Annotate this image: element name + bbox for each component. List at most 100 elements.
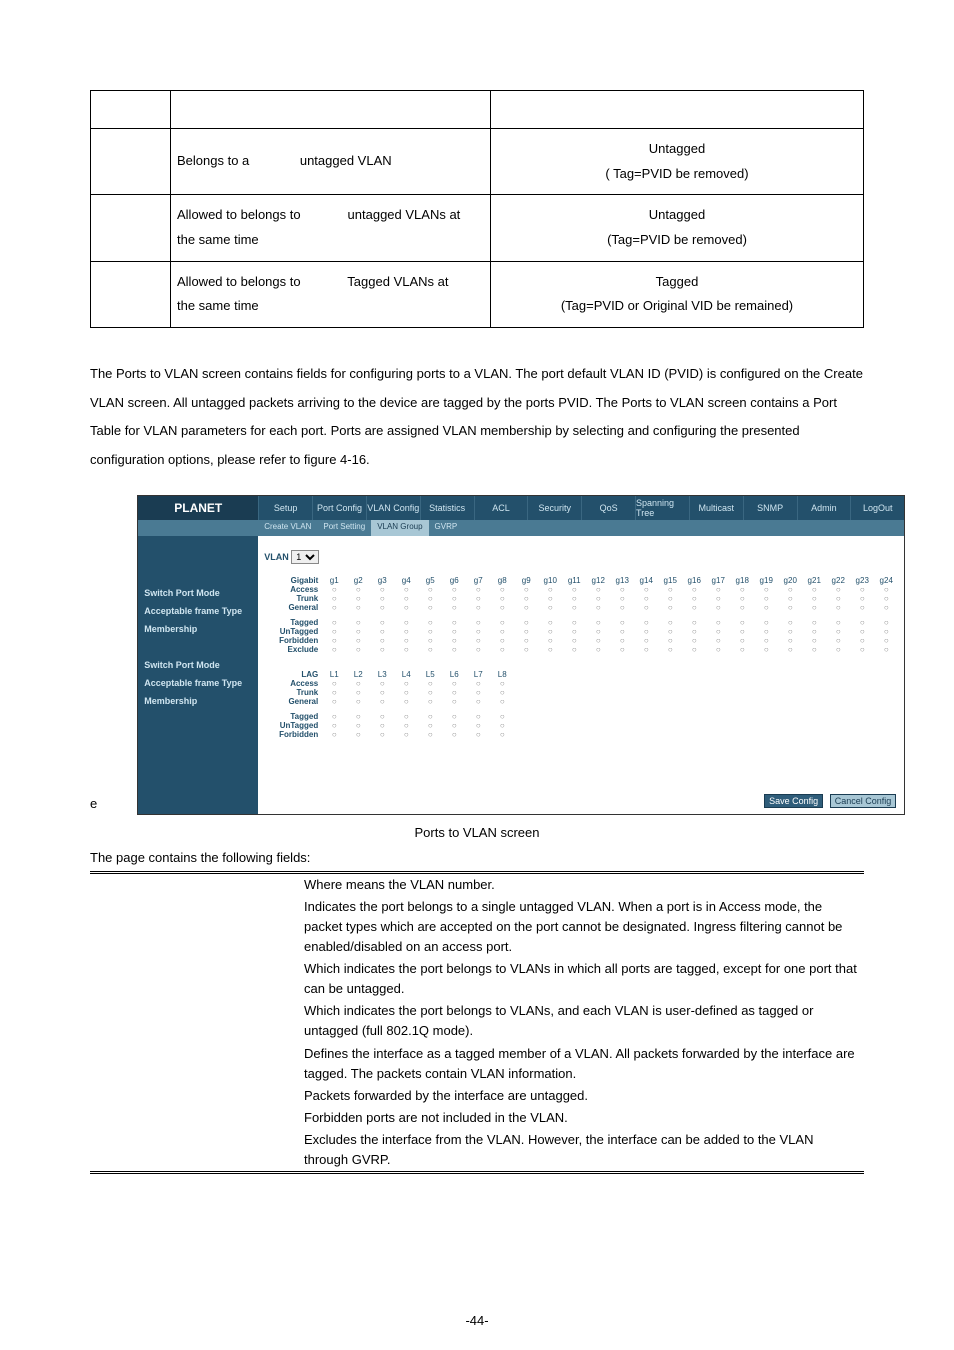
radio-cell[interactable]: ○ <box>322 730 346 739</box>
radio-cell[interactable]: ○ <box>682 603 706 612</box>
radio-cell[interactable]: ○ <box>538 636 562 645</box>
radio-cell[interactable]: ○ <box>634 645 658 654</box>
radio-cell[interactable]: ○ <box>370 697 394 706</box>
radio-cell[interactable]: ○ <box>754 603 778 612</box>
tab-multicast[interactable]: Multicast <box>689 496 743 520</box>
radio-cell[interactable]: ○ <box>490 585 514 594</box>
radio-cell[interactable]: ○ <box>442 721 466 730</box>
radio-cell[interactable]: ○ <box>802 603 826 612</box>
radio-cell[interactable]: ○ <box>634 603 658 612</box>
radio-cell[interactable]: ○ <box>682 636 706 645</box>
radio-cell[interactable]: ○ <box>826 594 850 603</box>
radio-cell[interactable]: ○ <box>418 688 442 697</box>
radio-cell[interactable]: ○ <box>346 636 370 645</box>
radio-cell[interactable]: ○ <box>682 627 706 636</box>
radio-cell[interactable]: ○ <box>754 636 778 645</box>
radio-cell[interactable]: ○ <box>754 645 778 654</box>
radio-cell[interactable]: ○ <box>754 585 778 594</box>
radio-cell[interactable]: ○ <box>466 636 490 645</box>
radio-cell[interactable]: ○ <box>610 585 634 594</box>
subtab-create-vlan[interactable]: Create VLAN <box>258 520 317 536</box>
radio-cell[interactable]: ○ <box>466 585 490 594</box>
radio-cell[interactable]: ○ <box>442 688 466 697</box>
radio-cell[interactable]: ○ <box>514 585 538 594</box>
radio-cell[interactable]: ○ <box>778 603 802 612</box>
radio-cell[interactable]: ○ <box>658 594 682 603</box>
radio-cell[interactable]: ○ <box>346 585 370 594</box>
radio-cell[interactable]: ○ <box>442 697 466 706</box>
save-config-button[interactable]: Save Config <box>764 794 823 808</box>
radio-cell[interactable]: ○ <box>826 636 850 645</box>
radio-cell[interactable]: ○ <box>346 594 370 603</box>
radio-cell[interactable]: ○ <box>874 636 898 645</box>
radio-cell[interactable]: ○ <box>514 594 538 603</box>
radio-cell[interactable]: ○ <box>490 618 514 627</box>
radio-cell[interactable]: ○ <box>658 603 682 612</box>
radio-cell[interactable]: ○ <box>610 618 634 627</box>
radio-cell[interactable]: ○ <box>850 585 874 594</box>
radio-cell[interactable]: ○ <box>322 627 346 636</box>
radio-cell[interactable]: ○ <box>826 645 850 654</box>
radio-cell[interactable]: ○ <box>802 618 826 627</box>
radio-cell[interactable]: ○ <box>418 585 442 594</box>
radio-cell[interactable]: ○ <box>442 645 466 654</box>
radio-cell[interactable]: ○ <box>370 627 394 636</box>
tab-port-config[interactable]: Port Config <box>312 496 366 520</box>
radio-cell[interactable]: ○ <box>874 603 898 612</box>
radio-cell[interactable]: ○ <box>370 636 394 645</box>
tab-qos[interactable]: QoS <box>581 496 635 520</box>
radio-cell[interactable]: ○ <box>586 636 610 645</box>
radio-cell[interactable]: ○ <box>490 712 514 721</box>
radio-cell[interactable]: ○ <box>490 679 514 688</box>
radio-cell[interactable]: ○ <box>346 712 370 721</box>
radio-cell[interactable]: ○ <box>370 679 394 688</box>
radio-cell[interactable]: ○ <box>850 627 874 636</box>
radio-cell[interactable]: ○ <box>394 636 418 645</box>
radio-cell[interactable]: ○ <box>490 721 514 730</box>
radio-cell[interactable]: ○ <box>490 594 514 603</box>
radio-cell[interactable]: ○ <box>394 645 418 654</box>
radio-cell[interactable]: ○ <box>610 603 634 612</box>
radio-cell[interactable]: ○ <box>394 627 418 636</box>
radio-cell[interactable]: ○ <box>490 688 514 697</box>
subtab-vlan-group[interactable]: VLAN Group <box>371 520 428 536</box>
radio-cell[interactable]: ○ <box>466 594 490 603</box>
radio-cell[interactable]: ○ <box>730 636 754 645</box>
tab-security[interactable]: Security <box>527 496 581 520</box>
radio-cell[interactable]: ○ <box>610 627 634 636</box>
radio-cell[interactable]: ○ <box>826 618 850 627</box>
radio-cell[interactable]: ○ <box>562 585 586 594</box>
tab-vlan-config[interactable]: VLAN Config <box>366 496 420 520</box>
radio-cell[interactable]: ○ <box>346 627 370 636</box>
radio-cell[interactable]: ○ <box>394 712 418 721</box>
radio-cell[interactable]: ○ <box>610 594 634 603</box>
tab-snmp[interactable]: SNMP <box>743 496 797 520</box>
radio-cell[interactable]: ○ <box>370 645 394 654</box>
radio-cell[interactable]: ○ <box>538 645 562 654</box>
radio-cell[interactable]: ○ <box>778 618 802 627</box>
radio-cell[interactable]: ○ <box>370 730 394 739</box>
vlan-dropdown[interactable]: 1 <box>291 550 319 564</box>
radio-cell[interactable]: ○ <box>370 721 394 730</box>
radio-cell[interactable]: ○ <box>466 627 490 636</box>
radio-cell[interactable]: ○ <box>538 618 562 627</box>
radio-cell[interactable]: ○ <box>514 618 538 627</box>
radio-cell[interactable]: ○ <box>394 679 418 688</box>
radio-cell[interactable]: ○ <box>442 730 466 739</box>
radio-cell[interactable]: ○ <box>394 618 418 627</box>
radio-cell[interactable]: ○ <box>370 603 394 612</box>
radio-cell[interactable]: ○ <box>418 679 442 688</box>
radio-cell[interactable]: ○ <box>586 594 610 603</box>
radio-cell[interactable]: ○ <box>754 594 778 603</box>
radio-cell[interactable]: ○ <box>682 585 706 594</box>
radio-cell[interactable]: ○ <box>322 697 346 706</box>
tab-acl[interactable]: ACL <box>474 496 528 520</box>
radio-cell[interactable]: ○ <box>730 618 754 627</box>
radio-cell[interactable]: ○ <box>682 645 706 654</box>
radio-cell[interactable]: ○ <box>442 603 466 612</box>
radio-cell[interactable]: ○ <box>826 585 850 594</box>
radio-cell[interactable]: ○ <box>850 618 874 627</box>
radio-cell[interactable]: ○ <box>562 603 586 612</box>
radio-cell[interactable]: ○ <box>490 730 514 739</box>
radio-cell[interactable]: ○ <box>418 721 442 730</box>
